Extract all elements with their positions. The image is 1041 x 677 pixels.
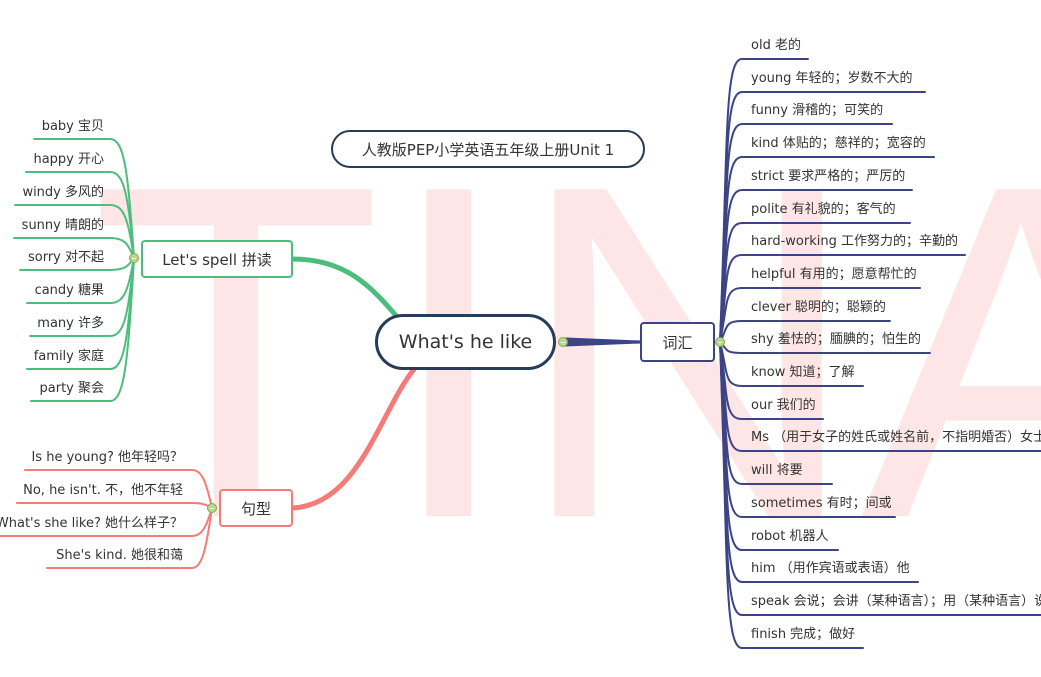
branch-lets-spell[interactable]: Let's spell 拼读 bbox=[141, 240, 293, 278]
spell-item[interactable]: baby 宝贝 bbox=[42, 119, 104, 135]
vocab-item[interactable]: know 知道；了解 bbox=[751, 365, 855, 381]
vocab-item[interactable]: strict 要求严格的；严厉的 bbox=[751, 169, 905, 185]
vocab-item[interactable]: young 年轻的；岁数不大的 bbox=[751, 71, 913, 87]
branch-sentences[interactable]: 句型 bbox=[219, 489, 293, 527]
vocab-item[interactable]: Ms （用于女子的姓氏或姓名前，不指明婚否）女士 bbox=[751, 430, 1041, 446]
vocab-item[interactable]: polite 有礼貌的；客气的 bbox=[751, 202, 896, 218]
branch-lets-spell-label: Let's spell 拼读 bbox=[162, 250, 272, 269]
spell-item[interactable]: windy 多风的 bbox=[22, 185, 104, 201]
sentence-item[interactable]: No, he isn't. 不，他不年轻 bbox=[23, 483, 183, 499]
title-node[interactable]: 人教版PEP小学英语五年级上册Unit 1 bbox=[331, 130, 645, 168]
spell-item[interactable]: party 聚会 bbox=[40, 381, 105, 397]
vocab-item[interactable]: finish 完成；做好 bbox=[751, 627, 855, 643]
link-central-to-lets-spell bbox=[289, 256, 401, 321]
vocab-item[interactable]: speak 会说；会讲（某种语言）；用（某种语言）说话 bbox=[751, 594, 1041, 610]
branch-sentences-label: 句型 bbox=[240, 499, 271, 518]
vocab-item[interactable]: shy 羞怯的；腼腆的；怕生的 bbox=[751, 332, 921, 348]
central-topic[interactable]: What's he like bbox=[375, 314, 556, 370]
vocab-item[interactable]: robot 机器人 bbox=[751, 529, 828, 545]
lets-spell-collapse-button[interactable] bbox=[129, 253, 139, 263]
spell-item[interactable]: family 家庭 bbox=[34, 349, 104, 365]
spell-item[interactable]: candy 糖果 bbox=[35, 283, 104, 299]
vocab-item[interactable]: helpful 有用的；愿意帮忙的 bbox=[751, 267, 917, 283]
vocab-item[interactable]: hard-working 工作努力的；辛勤的 bbox=[751, 234, 958, 250]
vocab-item[interactable]: will 将要 bbox=[751, 463, 803, 479]
sentence-item[interactable]: She's kind. 她很和蔼 bbox=[56, 548, 183, 564]
spell-item[interactable]: many 许多 bbox=[37, 316, 104, 332]
central-topic-text: What's he like bbox=[398, 331, 533, 353]
sentence-leaf-connector bbox=[16, 502, 213, 509]
sentence-item[interactable]: What's she like? 她什么样子？ bbox=[0, 516, 183, 532]
vocab-item[interactable]: sometimes 有时；间或 bbox=[751, 496, 892, 512]
vocab-item[interactable]: him （用作宾语或表语）他 bbox=[751, 561, 910, 577]
spell-item[interactable]: happy 开心 bbox=[33, 152, 104, 168]
link-central-to-sentences bbox=[289, 365, 418, 511]
vocab-item[interactable]: funny 滑稽的；可笑的 bbox=[751, 103, 883, 119]
link-central-to-vocab bbox=[565, 337, 641, 347]
sentence-item[interactable]: Is he young? 他年轻吗？ bbox=[31, 450, 183, 466]
title-text: 人教版PEP小学英语五年级上册Unit 1 bbox=[361, 140, 615, 159]
spell-item[interactable]: sorry 对不起 bbox=[28, 250, 104, 266]
central-collapse-button[interactable] bbox=[558, 337, 568, 347]
branch-vocab[interactable]: 词汇 bbox=[640, 322, 715, 362]
branch-vocab-label: 词汇 bbox=[662, 333, 693, 352]
vocab-item[interactable]: our 我们的 bbox=[751, 398, 816, 414]
sentences-collapse-button[interactable] bbox=[207, 503, 217, 513]
vocab-item[interactable]: kind 体贴的；慈祥的；宽容的 bbox=[751, 136, 926, 152]
vocab-item[interactable]: clever 聪明的；聪颖的 bbox=[751, 300, 886, 316]
spell-item[interactable]: sunny 晴朗的 bbox=[22, 218, 104, 234]
vocab-item[interactable]: old 老的 bbox=[751, 38, 801, 54]
vocab-collapse-button[interactable] bbox=[715, 337, 725, 347]
